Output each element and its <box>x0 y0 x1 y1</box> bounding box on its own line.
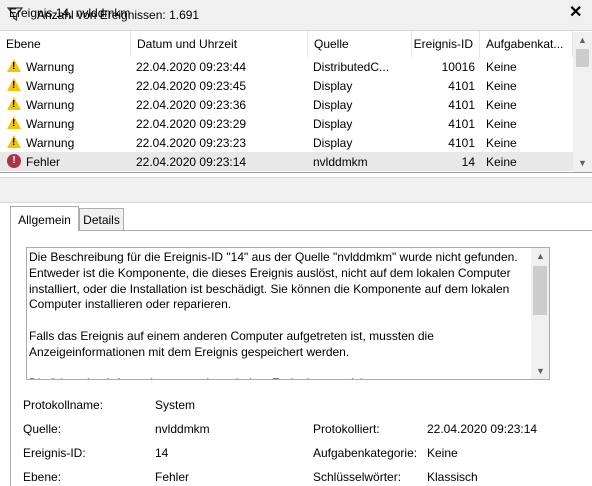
cell-source: Display <box>313 98 353 112</box>
cell-level: Warnung <box>26 79 75 93</box>
cell-task: Keine <box>486 79 517 93</box>
prop-value-keywords: Klassisch <box>427 470 478 484</box>
cell-source: Display <box>313 117 353 131</box>
cell-source: DistributedC... <box>313 60 390 74</box>
cell-event-id: 4101 <box>448 136 475 150</box>
warning-icon: ! <box>7 59 21 72</box>
prop-label-level: Ebene: <box>23 470 62 484</box>
table-row[interactable]: ! Warnung 22.04.2020 09:23:45 Display 4101 Ke… <box>0 76 573 95</box>
tab-details[interactable]: Details <box>79 208 124 230</box>
cell-level: Fehler <box>26 155 61 169</box>
cell-event-id: 4101 <box>448 98 475 112</box>
cell-event-id: 4101 <box>448 79 475 93</box>
prop-value-level: Fehler <box>155 470 190 484</box>
warning-icon: ! <box>7 116 21 129</box>
cell-datetime: 22.04.2020 09:23:23 <box>136 136 247 150</box>
cell-event-id: 10016 <box>441 60 475 74</box>
prop-value-logged: 22.04.2020 09:23:14 <box>427 422 538 436</box>
table-row[interactable]: ! Warnung 22.04.2020 09:23:44 DistributedC.… <box>0 57 573 76</box>
prop-label-log-name: Protokollname: <box>23 398 104 412</box>
description-textbox[interactable]: Die Beschreibung für die Ereignis-ID "14… <box>26 247 550 380</box>
prop-value-source: nvlddmkm <box>155 422 210 436</box>
column-header-source[interactable]: Quelle <box>308 31 412 57</box>
cell-level: Warnung <box>26 98 75 112</box>
description-scroll-thumb[interactable] <box>533 266 547 315</box>
table-row[interactable]: ! Warnung 22.04.2020 09:23:29 Display 4101 Ke… <box>0 114 573 133</box>
column-header-level[interactable]: Ebene <box>0 31 131 57</box>
cell-task: Keine <box>486 136 517 150</box>
prop-value-log-name: System <box>155 398 196 412</box>
cell-level: Warnung <box>26 60 75 74</box>
cell-source: Display <box>313 79 353 93</box>
cell-task: Keine <box>486 98 517 112</box>
cell-datetime: 22.04.2020 09:23:45 <box>136 79 247 93</box>
tab-allgemein[interactable]: Allgemein <box>10 206 79 231</box>
warning-icon: ! <box>7 135 21 148</box>
prop-label-keywords: Schlüsselwörter: <box>313 470 402 484</box>
detail-header <box>0 177 592 203</box>
description-text: Die Beschreibung für die Ereignis-ID "14… <box>29 250 518 379</box>
warning-icon: ! <box>7 97 21 110</box>
cell-datetime: 22.04.2020 09:23:44 <box>136 60 247 74</box>
scroll-up-arrow-icon[interactable]: ▲ <box>578 35 587 45</box>
scroll-down-arrow-icon[interactable]: ▼ <box>578 158 587 168</box>
cell-task: Keine <box>486 155 517 169</box>
table-row[interactable]: ! Warnung 22.04.2020 09:23:23 Display 4101 Ke… <box>0 133 573 152</box>
prop-value-task-category: Keine <box>427 446 458 460</box>
cell-source: Display <box>313 136 353 150</box>
table-row[interactable]: ! Warnung 22.04.2020 09:23:36 Display 4101 Ke… <box>0 95 573 114</box>
cell-task: Keine <box>486 60 517 74</box>
detail-title: Ereignis 14, nvlddmkm <box>9 6 131 20</box>
cell-level: Warnung <box>26 136 75 150</box>
cell-source: nvlddmkm <box>313 155 368 169</box>
column-header-datetime[interactable]: Datum und Uhrzeit <box>131 31 308 57</box>
prop-label-logged: Protokolliert: <box>313 422 380 436</box>
cell-event-id: 14 <box>461 155 475 169</box>
column-header-task-category[interactable]: Aufgabenkat... <box>480 31 573 57</box>
prop-value-event-id: 14 <box>155 446 169 460</box>
cell-datetime: 22.04.2020 09:23:14 <box>136 155 247 169</box>
warning-icon: ! <box>7 78 21 91</box>
cell-datetime: 22.04.2020 09:23:36 <box>136 98 247 112</box>
cell-level: Warnung <box>26 117 75 131</box>
scroll-down-arrow-icon[interactable]: ▼ <box>536 366 545 376</box>
column-header-event-id[interactable]: Ereignis-ID <box>412 31 480 57</box>
prop-label-source: Quelle: <box>23 422 62 436</box>
close-icon[interactable]: ✕ <box>569 2 582 22</box>
prop-label-event-id: Ereignis-ID: <box>23 446 86 460</box>
prop-label-task-category: Aufgabenkategorie: <box>313 446 418 460</box>
scroll-up-arrow-icon[interactable]: ▲ <box>536 251 545 261</box>
list-scroll-thumb[interactable] <box>576 49 589 67</box>
cell-event-id: 4101 <box>448 117 475 131</box>
table-row[interactable]: ! Fehler 22.04.2020 09:23:14 nvlddmkm 14 Kein… <box>0 152 573 171</box>
error-icon: ! <box>7 154 21 168</box>
cell-datetime: 22.04.2020 09:23:29 <box>136 117 247 131</box>
cell-task: Keine <box>486 117 517 131</box>
